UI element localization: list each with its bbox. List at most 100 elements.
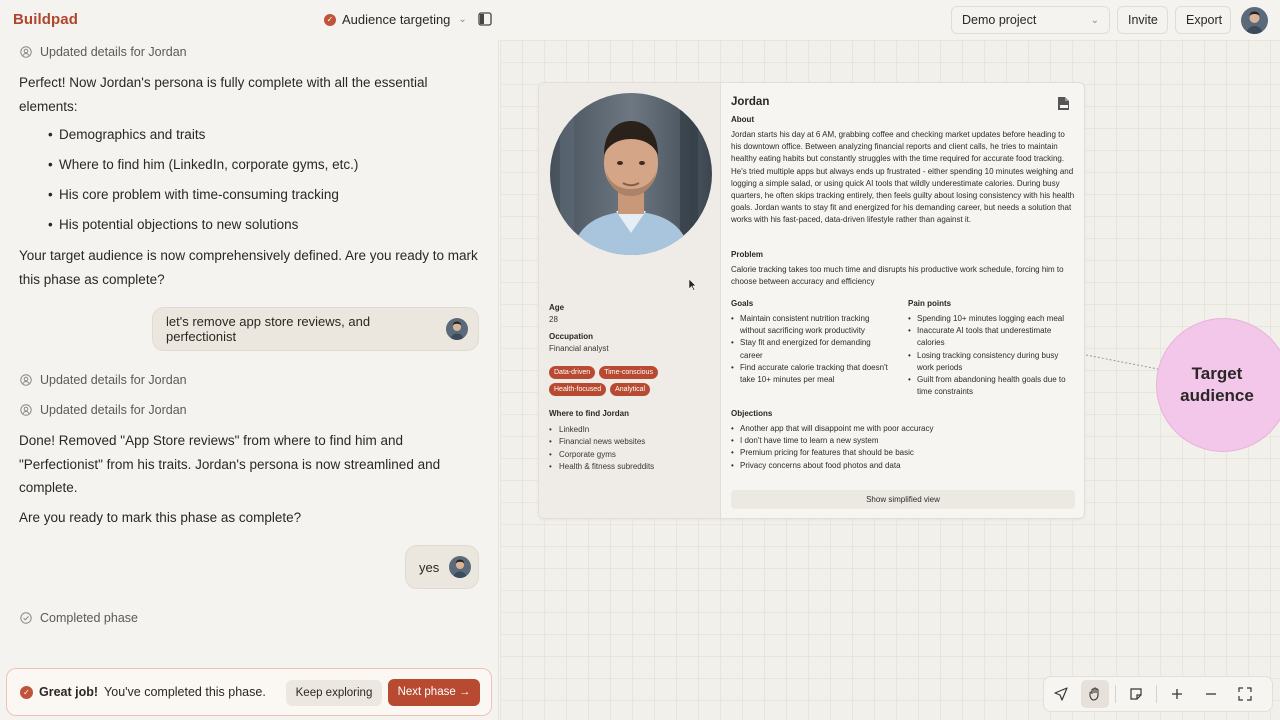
keep-exploring-button[interactable]: Keep exploring (286, 680, 382, 706)
goals-list: Maintain consistent nutrition tracking w… (731, 313, 891, 386)
where-label: Where to find Jordan (549, 409, 629, 418)
navigate-icon (1054, 687, 1068, 701)
trait-tags: Data-driven Time-conscious Health-focuse… (549, 366, 714, 396)
persona-photo (550, 93, 712, 255)
sticky-note-tool[interactable] (1122, 680, 1150, 708)
occupation-value: Financial analyst (549, 344, 609, 353)
list-item: Stay fit and energized for demanding car… (731, 337, 891, 361)
list-item: I don't have time to learn a new system (731, 435, 1075, 447)
trait-tag: Health-focused (549, 383, 607, 396)
user-message-text: let's remove app store reviews, and perf… (166, 314, 371, 344)
list-item: Where to find him (LinkedIn, corporate g… (48, 155, 358, 185)
status-text: Updated details for Jordan (40, 403, 187, 417)
connector-line (1086, 354, 1158, 370)
pain-points-label: Pain points (908, 299, 952, 308)
list-item: Another app that will disappoint me with… (731, 423, 1075, 435)
list-item: Financial news websites (549, 437, 654, 449)
status-completed: Completed phase (20, 611, 138, 625)
phase-label: Audience targeting (342, 12, 451, 27)
chevron-down-icon: ⌄ (1090, 14, 1099, 26)
check-icon: ✓ (20, 685, 33, 699)
persona-card[interactable]: Age 28 Occupation Financial analyst Data… (538, 82, 1085, 519)
status-updated: Updated details for Jordan (20, 45, 187, 59)
banner-text: You've completed this phase. (104, 685, 266, 699)
avatar (446, 318, 468, 340)
list-item: Find accurate calorie tracking that does… (731, 362, 891, 386)
list-item: Losing tracking consistency during busy … (908, 350, 1076, 374)
persona-name: Jordan (731, 96, 770, 108)
zoom-in-button[interactable] (1163, 680, 1191, 708)
status-text: Updated details for Jordan (40, 373, 187, 387)
status-text: Updated details for Jordan (40, 45, 187, 59)
trait-tag: Data-driven (549, 366, 596, 379)
brand-logo[interactable]: Buildpad (13, 11, 78, 28)
banner-message: ✓ Great job! You've completed this phase… (20, 685, 266, 699)
assistant-message: Perfect! Now Jordan's persona is fully c… (19, 75, 428, 114)
target-audience-node[interactable]: Target audience (1156, 318, 1280, 452)
invite-button[interactable]: Invite (1117, 6, 1168, 34)
fit-view-button[interactable] (1231, 680, 1259, 708)
problem-label: Problem (731, 250, 764, 259)
note-icon (1130, 688, 1142, 700)
zoom-out-button[interactable] (1197, 680, 1225, 708)
assistant-message: Your target audience is now comprehensiv… (19, 248, 478, 287)
project-label: Demo project (962, 13, 1037, 27)
person-icon (20, 46, 32, 58)
user-avatar[interactable] (1241, 7, 1268, 34)
minus-icon (1206, 693, 1216, 695)
goals-label: Goals (731, 299, 754, 308)
phase-complete-banner: ✓ Great job! You've completed this phase… (6, 668, 492, 716)
age-value: 28 (549, 315, 558, 324)
toolbar-divider (1115, 685, 1116, 703)
list-item: His core problem with time-consuming tra… (48, 185, 358, 215)
chevron-down-icon: ⌄ (458, 14, 467, 25)
trait-tag: Time-conscious (599, 366, 658, 379)
hand-tool[interactable] (1081, 680, 1109, 708)
phase-selector[interactable]: ✓ Audience targeting ⌄ (324, 12, 467, 27)
about-label: About (731, 115, 755, 124)
list-item: Maintain consistent nutrition tracking w… (731, 313, 891, 337)
avatar (449, 556, 472, 578)
hand-icon (1089, 687, 1099, 701)
user-message: let's remove app store reviews, and perf… (152, 307, 479, 351)
assistant-message: Done! Removed "App Store reviews" from w… (19, 433, 441, 495)
list-item: Spending 10+ minutes logging each meal (908, 313, 1076, 325)
list-item: Health & fitness subreddits (549, 462, 654, 474)
list-item: Premium pricing for features that should… (731, 447, 1075, 459)
list-item: Privacy concerns about food photos and d… (731, 460, 1075, 472)
age-label: Age (549, 303, 565, 312)
pain-points-list: Spending 10+ minutes logging each meal I… (908, 313, 1076, 398)
banner-title: Great job! (39, 685, 99, 699)
trait-tag: Analytical (610, 383, 651, 396)
canvas-toolbar (1043, 676, 1273, 712)
occupation-label: Occupation (549, 332, 594, 341)
status-updated: Updated details for Jordan (20, 403, 187, 417)
list-item: LinkedIn (549, 425, 654, 437)
fullscreen-icon (1238, 687, 1252, 701)
navigate-tool[interactable] (1047, 680, 1075, 708)
where-list: LinkedIn Financial news websites Corpora… (549, 425, 654, 474)
sidebar-toggle-icon[interactable] (478, 12, 492, 26)
pdf-icon[interactable] (1057, 96, 1070, 111)
person-icon (20, 404, 32, 416)
check-icon: ✓ (324, 13, 336, 26)
objections-list: Another app that will disappoint me with… (731, 423, 1075, 472)
user-message-text: yes (419, 559, 440, 575)
check-circle-icon (20, 612, 32, 624)
mouse-cursor-icon (689, 279, 697, 291)
list-item: Corporate gyms (549, 450, 654, 462)
status-text: Completed phase (40, 611, 138, 625)
project-selector[interactable]: Demo project ⌄ (951, 6, 1110, 34)
person-icon (20, 374, 32, 386)
plus-icon (1172, 689, 1182, 699)
assistant-message: Are you ready to mark this phase as comp… (19, 510, 302, 525)
persona-sidebar: Age 28 Occupation Financial analyst Data… (539, 83, 721, 518)
export-button[interactable]: Export (1175, 6, 1231, 34)
show-simplified-button[interactable]: Show simplified view (731, 490, 1075, 509)
problem-text: Calorie tracking takes too much time and… (731, 265, 1064, 287)
toolbar-divider (1156, 685, 1157, 703)
top-bar: Buildpad ✓ Audience targeting ⌄ Demo pro… (0, 0, 1280, 40)
next-phase-button[interactable]: Next phase → (388, 679, 480, 706)
user-message: yes (405, 545, 479, 589)
about-text: Jordan starts his day at 6 AM, grabbing … (731, 130, 1075, 225)
